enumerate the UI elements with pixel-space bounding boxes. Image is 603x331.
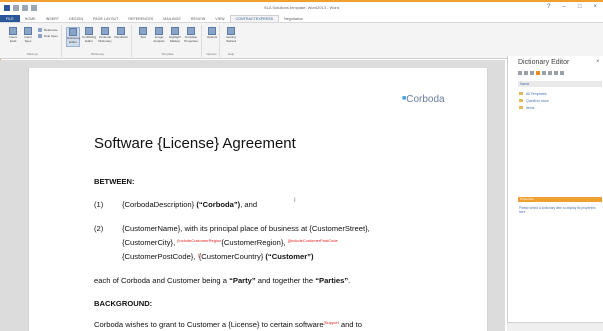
dictionary-editor-pane: Dictionary Editor × Name All Templates Q… <box>507 56 603 331</box>
options-icon <box>208 27 216 35</box>
tab-page-layout[interactable]: PAGE LAYOUT <box>88 15 123 22</box>
conflicting-editor-button[interactable]: Conflicting Editor <box>82 27 96 43</box>
delete-item-icon[interactable] <box>530 71 534 75</box>
minimize-button[interactable]: – <box>563 4 566 10</box>
folder-icon <box>519 92 523 95</box>
tab-home[interactable]: HOME <box>20 15 41 22</box>
test-button[interactable]: Test <box>136 27 150 40</box>
tree-item-question-store[interactable]: Question store <box>519 97 549 104</box>
group-options: Options Options <box>204 25 220 57</box>
tab-references[interactable]: REFERENCES <box>123 15 158 22</box>
options-button[interactable]: Options <box>205 27 219 40</box>
item-1-text: {CorbodaDescription} (“Corboda”), and <box>122 200 258 209</box>
group-label-help: Help <box>227 52 235 56</box>
tab-negotiation[interactable]: Negotiation <box>279 15 308 22</box>
folder-icon <box>519 99 523 102</box>
tab-review[interactable]: REVIEW <box>186 15 210 22</box>
highlight-icon[interactable] <box>536 71 540 75</box>
pane-toolbar <box>518 71 564 75</box>
title-bar: SLA Solutions template: Word2013 - Word … <box>0 2 603 15</box>
tree-item-all-templates[interactable]: All Templates <box>519 90 549 97</box>
text-cursor: I <box>294 198 296 204</box>
help-icon[interactable]: ? <box>547 4 550 10</box>
filter-icon[interactable] <box>548 71 552 75</box>
tab-insert[interactable]: INSERT <box>41 15 64 22</box>
highlight-markup-button[interactable]: Highlight Markup <box>168 27 182 43</box>
getting-started-button[interactable]: Getting Started <box>224 27 238 43</box>
group-dictionary: Dictionary Editor Conflicting Editor Per… <box>64 25 132 57</box>
tab-mailings[interactable]: MAILINGS <box>158 15 186 22</box>
image-analysis-icon <box>155 27 163 35</box>
parties-paragraph: each of Corboda and Customer being a “Pa… <box>94 276 351 285</box>
group-label-markup: Mark-up <box>26 52 38 56</box>
insert-field-button[interactable]: Insert Field <box>6 27 20 43</box>
pane-bottom-bar <box>507 322 603 331</box>
template-properties-button[interactable]: Template Properties <box>184 27 198 43</box>
group-label-options: Options <box>206 52 217 56</box>
personal-dictionary-icon <box>101 27 109 35</box>
search-icon[interactable] <box>542 71 546 75</box>
conflicting-editor-icon <box>85 27 93 35</box>
highlight-markup-icon <box>171 27 179 35</box>
window-title: SLA Solutions template: Word2013 - Word <box>263 5 339 10</box>
new-item-icon[interactable] <box>518 71 522 75</box>
properties-placeholder: Please select a dictionary item to displ… <box>519 206 596 214</box>
template-properties-icon <box>187 27 195 35</box>
insert-spec-icon <box>24 27 32 35</box>
corboda-logo: ■Corboda <box>402 94 445 105</box>
document-title: Software {License} Agreement <box>94 135 296 152</box>
republish-icon <box>117 27 125 35</box>
getting-started-icon <box>227 27 235 35</box>
group-label-dictionary: Dictionary <box>90 52 105 56</box>
close-button[interactable]: × <box>593 4 597 10</box>
test-icon <box>139 27 147 35</box>
tree-item-items[interactable]: Items <box>519 104 549 111</box>
rule-spec-icon <box>38 34 42 38</box>
reference-icon <box>38 28 42 32</box>
tab-contractexpress[interactable]: CONTRACTEXPRESS <box>229 15 280 22</box>
group-template: Test Image Analysis Highlight Markup Tem… <box>134 25 202 57</box>
settings-icon[interactable] <box>560 71 564 75</box>
markup-tag-region[interactable]: [IncludeCustomerRegion <box>177 238 221 243</box>
maximize-button[interactable]: □ <box>578 4 582 10</box>
pane-title: Dictionary Editor <box>518 59 570 66</box>
background-heading: BACKGROUND: <box>94 299 153 308</box>
between-heading: BETWEEN: <box>94 177 135 186</box>
image-analysis-button[interactable]: Image Analysis <box>152 27 166 43</box>
tab-file[interactable]: FILE <box>0 15 20 22</box>
item-2-line-3: {CustomerPostCode}, ]{CustomerCountry} (… <box>122 252 314 261</box>
dictionary-editor-button[interactable]: Dictionary Editor <box>66 27 80 47</box>
properties-section-header: Properties <box>518 197 602 202</box>
item-2-line-2: {CustomerCity}, [IncludeCustomerRegion{C… <box>122 238 338 247</box>
group-markup: Insert Field Insert Spec Reference Rule … <box>4 25 62 57</box>
markup-tag-support[interactable]: [Support <box>324 320 339 325</box>
republish-button[interactable]: Republish <box>114 27 128 40</box>
background-paragraph: Corboda wishes to grant to Customer a {L… <box>94 320 362 329</box>
tab-design[interactable]: DESIGN <box>64 15 88 22</box>
dictionary-editor-icon <box>69 28 77 36</box>
insert-spec-button[interactable]: Insert Spec <box>21 27 35 43</box>
edit-item-icon[interactable] <box>524 71 528 75</box>
pane-close-button[interactable]: × <box>596 59 600 65</box>
insert-field-icon <box>9 27 17 35</box>
pane-column-header: Name <box>518 81 602 87</box>
personal-dictionary-button[interactable]: Personal Dictionary <box>98 27 112 43</box>
window-controls: ? – □ × <box>547 4 597 10</box>
refresh-icon[interactable] <box>554 71 558 75</box>
ribbon-tabs: FILE HOME INSERT DESIGN PAGE LAYOUT REFE… <box>0 15 603 23</box>
ribbon: Insert Field Insert Spec Reference Rule … <box>0 23 603 59</box>
group-help: Getting Started Help <box>222 25 240 57</box>
item-1-number: (1) <box>94 200 104 209</box>
item-2-number: (2) <box>94 224 104 233</box>
group-label-template: Template <box>161 52 174 56</box>
dictionary-tree: All Templates Question store Items <box>519 90 549 111</box>
tab-view[interactable]: VIEW <box>210 15 229 22</box>
item-2-line-1: {CustomerName}, with its principal place… <box>122 224 370 233</box>
reference-button[interactable]: Reference <box>38 28 58 32</box>
folder-icon <box>519 106 523 109</box>
rule-spec-button[interactable]: Rule Spec <box>38 34 58 38</box>
markup-tag-postcode[interactable]: ][IncludeCustomerPostCode <box>288 238 338 243</box>
